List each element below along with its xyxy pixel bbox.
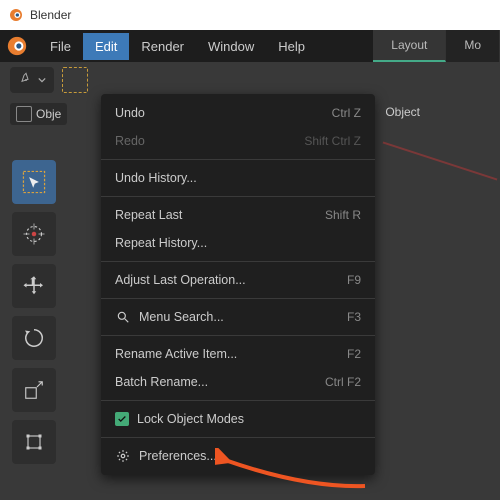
tool-rotate[interactable]: [12, 316, 56, 360]
blender-logo-icon[interactable]: [6, 35, 28, 57]
menu-search[interactable]: Menu Search... F3: [101, 303, 375, 331]
menu-separator: [101, 437, 375, 438]
search-icon: [115, 309, 131, 325]
menu-help[interactable]: Help: [266, 33, 317, 60]
menu-adjust-last-operation[interactable]: Adjust Last Operation... F9: [101, 266, 375, 294]
tool-cursor[interactable]: [12, 212, 56, 256]
select-box-icon: [21, 169, 47, 195]
menu-rename-active-shortcut: F2: [347, 347, 361, 361]
menu-undo-shortcut: Ctrl Z: [332, 106, 361, 120]
tool-select-box[interactable]: [12, 160, 56, 204]
menu-separator: [101, 159, 375, 160]
menu-repeat-last[interactable]: Repeat Last Shift R: [101, 201, 375, 229]
tool-transform[interactable]: [12, 420, 56, 464]
tool-settings-bar: [0, 62, 500, 98]
menu-batch-rename-shortcut: Ctrl F2: [325, 375, 361, 389]
mode-selector[interactable]: Obje: [10, 103, 67, 125]
mode-label: Obje: [36, 107, 61, 121]
menu-adjust-last-shortcut: F9: [347, 273, 361, 287]
axis-line: [383, 142, 498, 181]
menu-undo-history-label: Undo History...: [115, 171, 197, 185]
menu-undo-label: Undo: [115, 106, 145, 120]
menu-adjust-last-label: Adjust Last Operation...: [115, 273, 246, 287]
rotate-icon: [22, 326, 46, 350]
top-menu-bar: File Edit Render Window Help Layout Mo: [0, 30, 500, 62]
menu-separator: [101, 261, 375, 262]
edit-menu-dropdown: Undo Ctrl Z Redo Shift Ctrl Z Undo Histo…: [101, 94, 375, 475]
menu-search-shortcut: F3: [347, 310, 361, 324]
menu-render[interactable]: Render: [129, 33, 196, 60]
menu-lock-object-modes[interactable]: Lock Object Modes: [101, 405, 375, 433]
blender-app-icon: [8, 7, 24, 23]
cursor-icon: [22, 222, 46, 246]
menu-search-label: Menu Search...: [139, 310, 224, 324]
tool-column: [12, 160, 56, 464]
menu-window[interactable]: Window: [196, 33, 266, 60]
menu-rename-active-label: Rename Active Item...: [115, 347, 237, 361]
menu-undo[interactable]: Undo Ctrl Z: [101, 99, 375, 127]
menu-edit[interactable]: Edit: [83, 33, 129, 60]
move-icon: [22, 274, 46, 298]
header-object-menu[interactable]: Object: [385, 105, 420, 119]
menu-separator: [101, 400, 375, 401]
menu-batch-rename[interactable]: Batch Rename... Ctrl F2: [101, 368, 375, 396]
menu-preferences-label: Preferences...: [139, 449, 217, 463]
menu-repeat-history-label: Repeat History...: [115, 236, 207, 250]
menu-redo[interactable]: Redo Shift Ctrl Z: [101, 127, 375, 155]
compass-icon: [18, 72, 34, 88]
tool-scale[interactable]: [12, 368, 56, 412]
object-mode-icon: [16, 106, 32, 122]
workspace-tab-modeling[interactable]: Mo: [446, 30, 500, 62]
menu-file[interactable]: File: [38, 33, 83, 60]
gear-icon: [115, 448, 131, 464]
scale-icon: [22, 378, 46, 402]
menu-batch-rename-label: Batch Rename...: [115, 375, 208, 389]
menu-separator: [101, 298, 375, 299]
checkbox-checked-icon: [115, 412, 129, 426]
window-titlebar: Blender: [0, 0, 500, 30]
transform-icon: [22, 430, 46, 454]
tool-move[interactable]: [12, 264, 56, 308]
menu-redo-label: Redo: [115, 134, 145, 148]
menu-lock-modes-label: Lock Object Modes: [137, 412, 244, 426]
snap-pivot-dropdown[interactable]: [10, 67, 54, 93]
chevron-down-icon: [38, 76, 46, 84]
menu-separator: [101, 196, 375, 197]
menu-repeat-last-shortcut: Shift R: [325, 208, 361, 222]
menu-undo-history[interactable]: Undo History...: [101, 164, 375, 192]
menu-rename-active[interactable]: Rename Active Item... F2: [101, 340, 375, 368]
menu-separator: [101, 335, 375, 336]
menu-redo-shortcut: Shift Ctrl Z: [304, 134, 361, 148]
menu-repeat-last-label: Repeat Last: [115, 208, 182, 222]
menu-repeat-history[interactable]: Repeat History...: [101, 229, 375, 257]
box-select-indicator: [62, 67, 88, 93]
menu-preferences[interactable]: Preferences...: [101, 442, 375, 470]
window-title: Blender: [30, 8, 71, 22]
workspace-tab-layout[interactable]: Layout: [373, 30, 446, 62]
